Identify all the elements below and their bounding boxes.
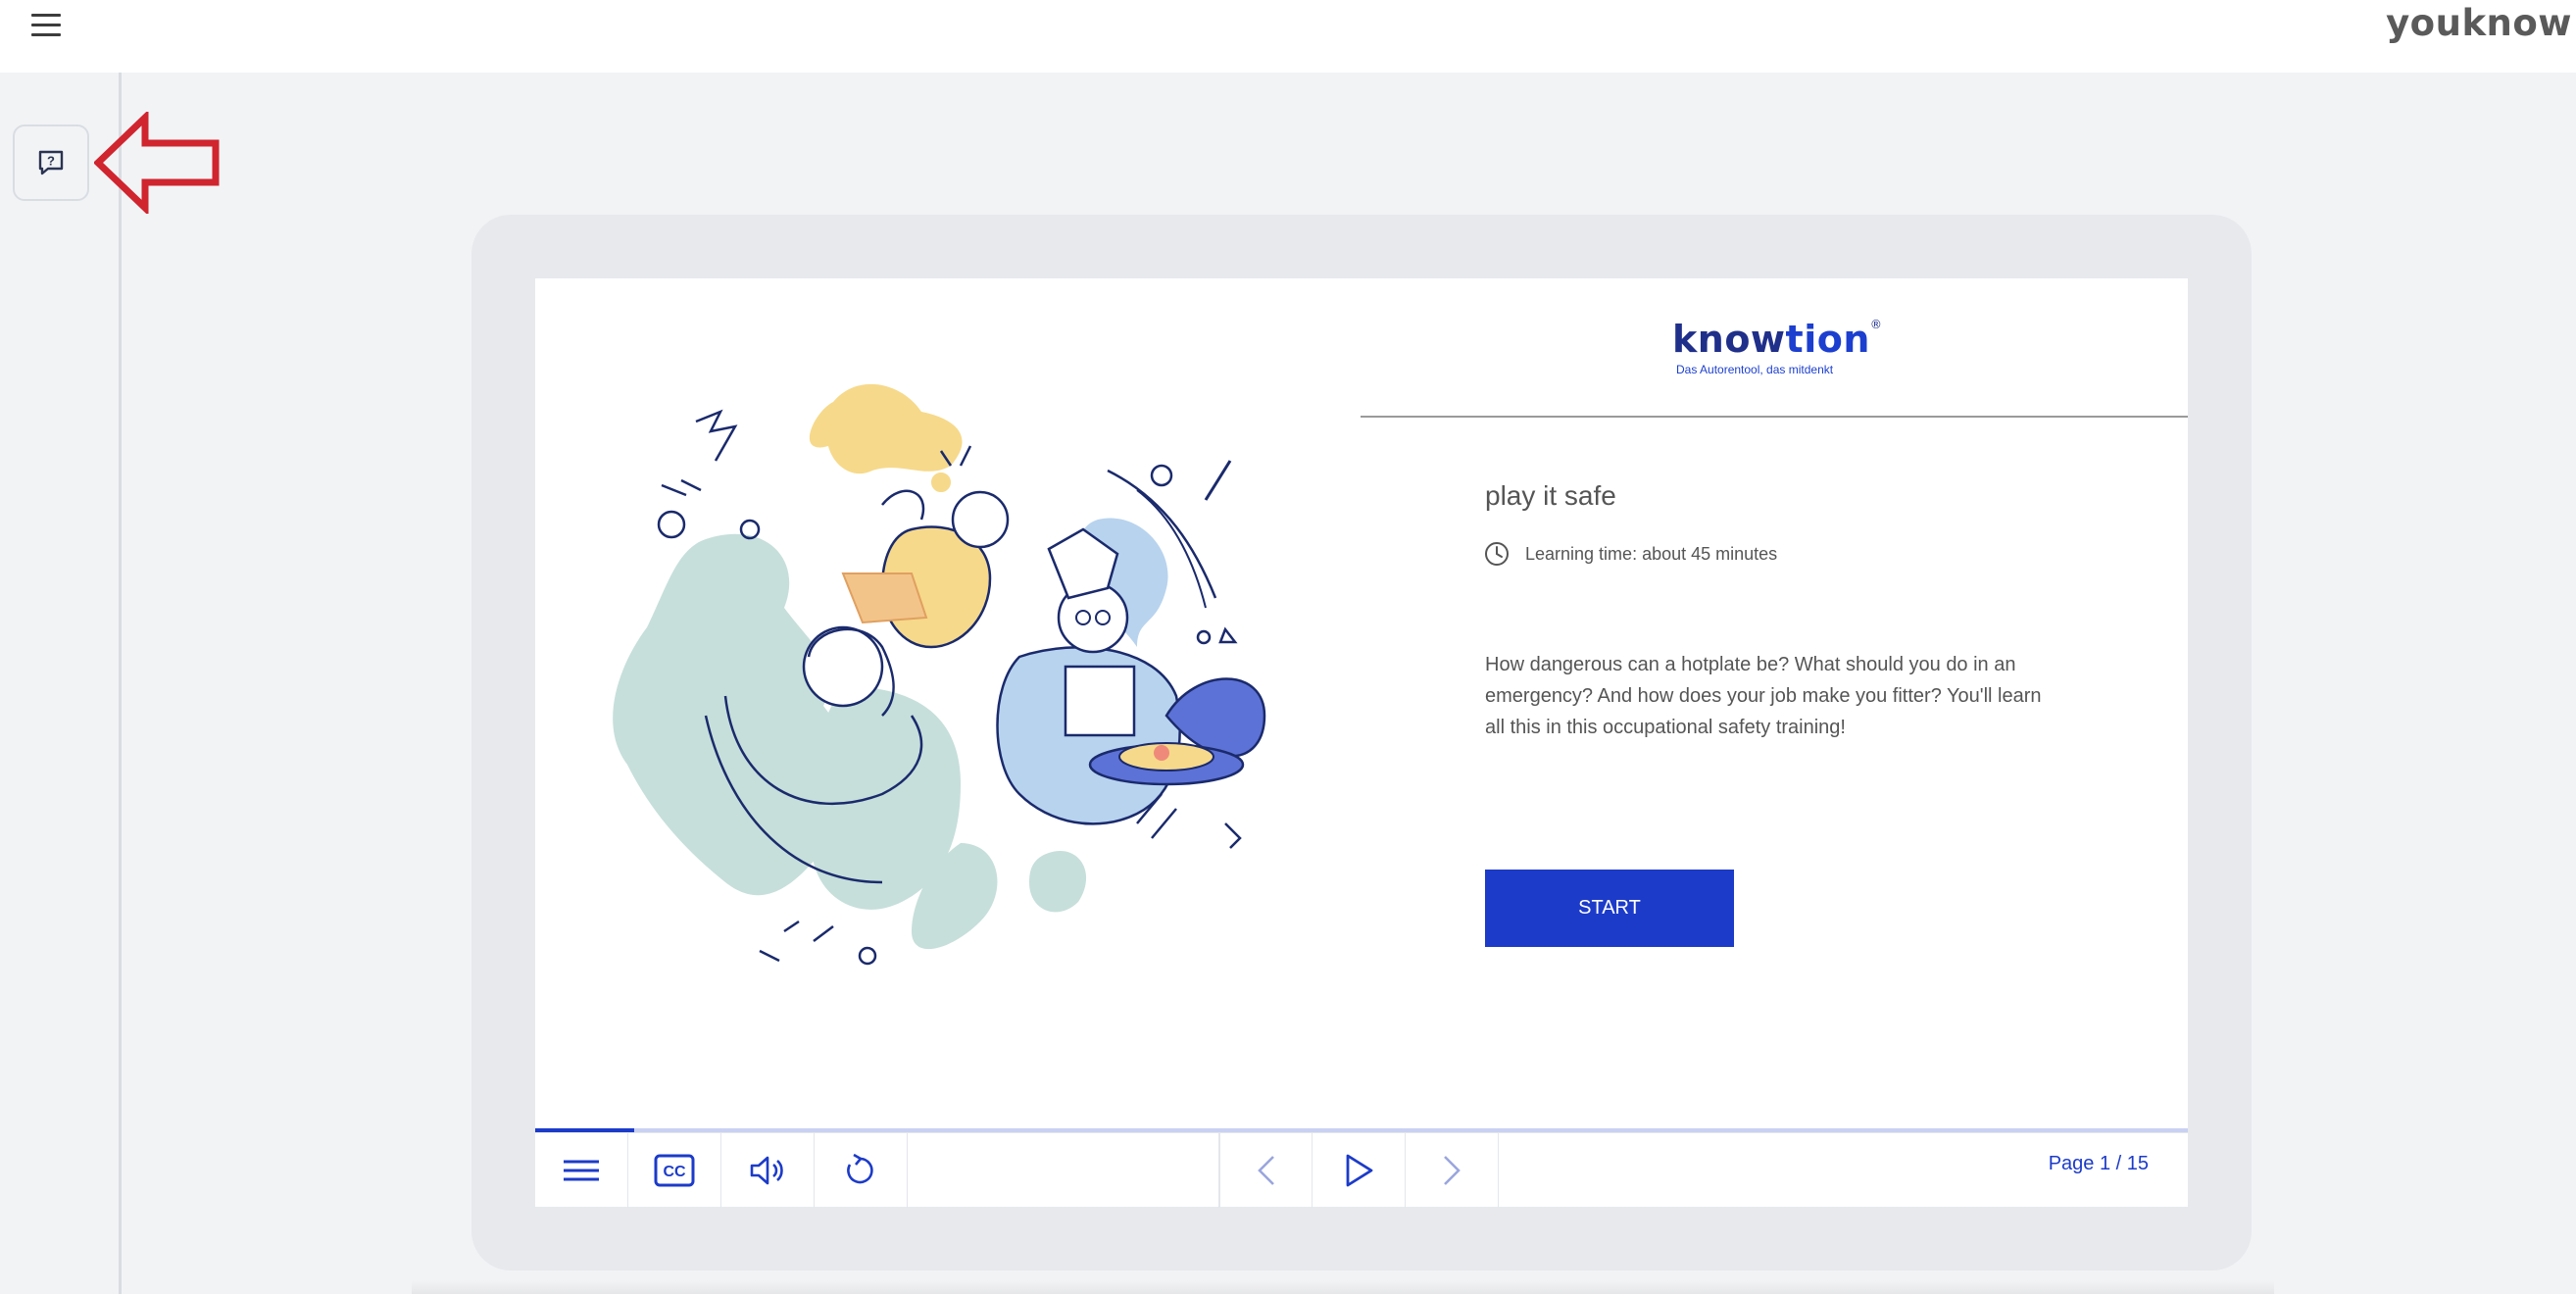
menu-icon	[564, 1160, 599, 1181]
play-button[interactable]	[1313, 1133, 1406, 1208]
help-button[interactable]: ?	[13, 124, 89, 201]
volume-button[interactable]	[721, 1133, 815, 1208]
course-description: How dangerous can a hotplate be? What sh…	[1485, 654, 2042, 738]
previous-button[interactable]	[1219, 1133, 1313, 1208]
occupational-safety-illustration	[613, 383, 1266, 966]
next-icon	[1444, 1156, 1461, 1185]
previous-icon	[1257, 1156, 1274, 1185]
knowtion-logo: knowtion®	[1672, 318, 1882, 361]
frame-shadow	[412, 1280, 2274, 1294]
player-controls: CC Page 1 / 15	[535, 1132, 2188, 1208]
top-bar: youknow	[0, 0, 2576, 73]
annotation-arrow	[94, 112, 220, 214]
controls-spacer	[908, 1133, 1219, 1208]
help-chat-icon: ?	[38, 150, 64, 175]
clock-icon	[1485, 542, 1509, 566]
replay-icon	[847, 1153, 873, 1184]
logo-tagline: Das Autorentool, das mitdenkt	[1676, 363, 1834, 376]
volume-icon	[750, 1156, 783, 1185]
course-logo-area: knowtion® Das Autorentool, das mitdenkt	[1361, 278, 2188, 418]
hamburger-menu-icon[interactable]	[31, 8, 71, 41]
menu-button[interactable]	[535, 1133, 628, 1208]
replay-button[interactable]	[815, 1133, 908, 1208]
closed-captions-icon: CC	[654, 1154, 695, 1187]
play-icon	[1346, 1154, 1373, 1187]
learning-time-text: Learning time: about 45 minutes	[1525, 543, 1778, 564]
page-indicator: Page 1 / 15	[2048, 1153, 2149, 1174]
learning-time-row: Learning time: about 45 minutes	[1484, 541, 1777, 567]
start-button[interactable]: START	[1485, 870, 1734, 947]
brand-logo: youknow	[2386, 2, 2572, 44]
svg-text:CC: CC	[663, 1164, 686, 1180]
svg-text:?: ?	[47, 154, 55, 169]
logo-text-part1: know	[1672, 318, 1786, 361]
next-button[interactable]	[1406, 1133, 1499, 1208]
closed-captions-button[interactable]: CC	[628, 1133, 721, 1208]
left-rail	[0, 73, 122, 1294]
course-title: play it safe	[1485, 480, 1616, 511]
logo-registered-mark: ®	[1869, 318, 1883, 331]
logo-text-part2: tion	[1785, 318, 1870, 361]
